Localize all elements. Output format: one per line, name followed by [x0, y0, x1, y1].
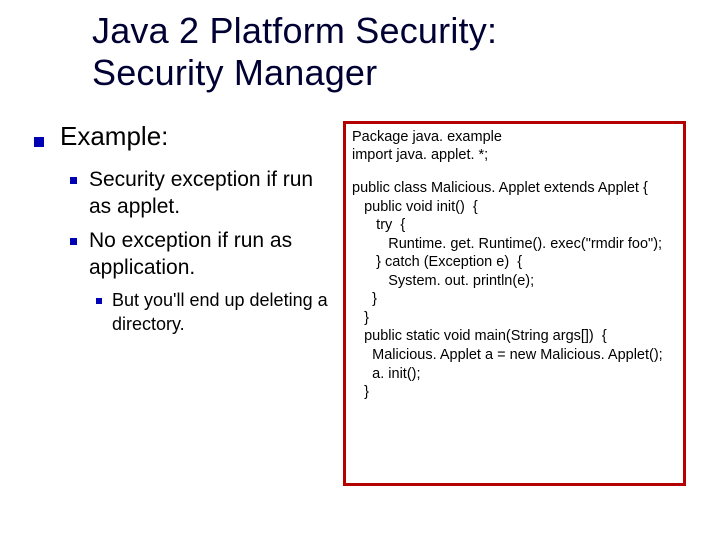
title-line1: Java 2 Platform Security: — [92, 10, 720, 52]
code-line: } catch (Exception e) { — [352, 253, 677, 272]
bullet-level2: No exception if run as application. — [70, 227, 339, 282]
code-line: Malicious. Applet a = new Malicious. App… — [352, 346, 677, 365]
bullet-level1: Example: — [34, 121, 339, 152]
sub-subpoints: But you'll end up deleting a directory. — [70, 289, 339, 336]
slide-title: Java 2 Platform Security: Security Manag… — [0, 0, 720, 95]
code-line: } — [352, 383, 677, 402]
code-line: public class Malicious. Applet extends A… — [352, 179, 677, 198]
code-line: public void init() { — [352, 198, 677, 217]
title-line2: Security Manager — [92, 52, 720, 94]
code-line: a. init(); — [352, 365, 677, 384]
square-bullet-icon — [70, 177, 77, 184]
heading-text: Example: — [60, 121, 168, 152]
code-line: public static void main(String args[]) { — [352, 327, 677, 346]
code-example-box: Package java. example import java. apple… — [343, 121, 686, 486]
code-line: } — [352, 290, 677, 309]
code-line: try { — [352, 216, 677, 235]
subsub-text: But you'll end up deleting a directory. — [112, 289, 339, 336]
square-bullet-icon — [34, 137, 44, 147]
square-bullet-icon — [70, 238, 77, 245]
subpoints: Security exception if run as applet. No … — [34, 166, 339, 336]
bullet-column: Example: Security exception if run as ap… — [34, 121, 339, 486]
code-line: Runtime. get. Runtime(). exec("rmdir foo… — [352, 235, 677, 254]
code-line: } — [352, 309, 677, 328]
subpoint-text: Security exception if run as applet. — [89, 166, 339, 221]
bullet-level3: But you'll end up deleting a directory. — [96, 289, 339, 336]
slide-body: Example: Security exception if run as ap… — [0, 121, 720, 486]
subpoint-text: No exception if run as application. — [89, 227, 339, 282]
code-line: Package java. example — [352, 128, 677, 147]
code-line: System. out. println(e); — [352, 272, 677, 291]
bullet-level2: Security exception if run as applet. — [70, 166, 339, 221]
square-bullet-icon — [96, 298, 102, 304]
code-line: import java. applet. *; — [352, 146, 677, 165]
